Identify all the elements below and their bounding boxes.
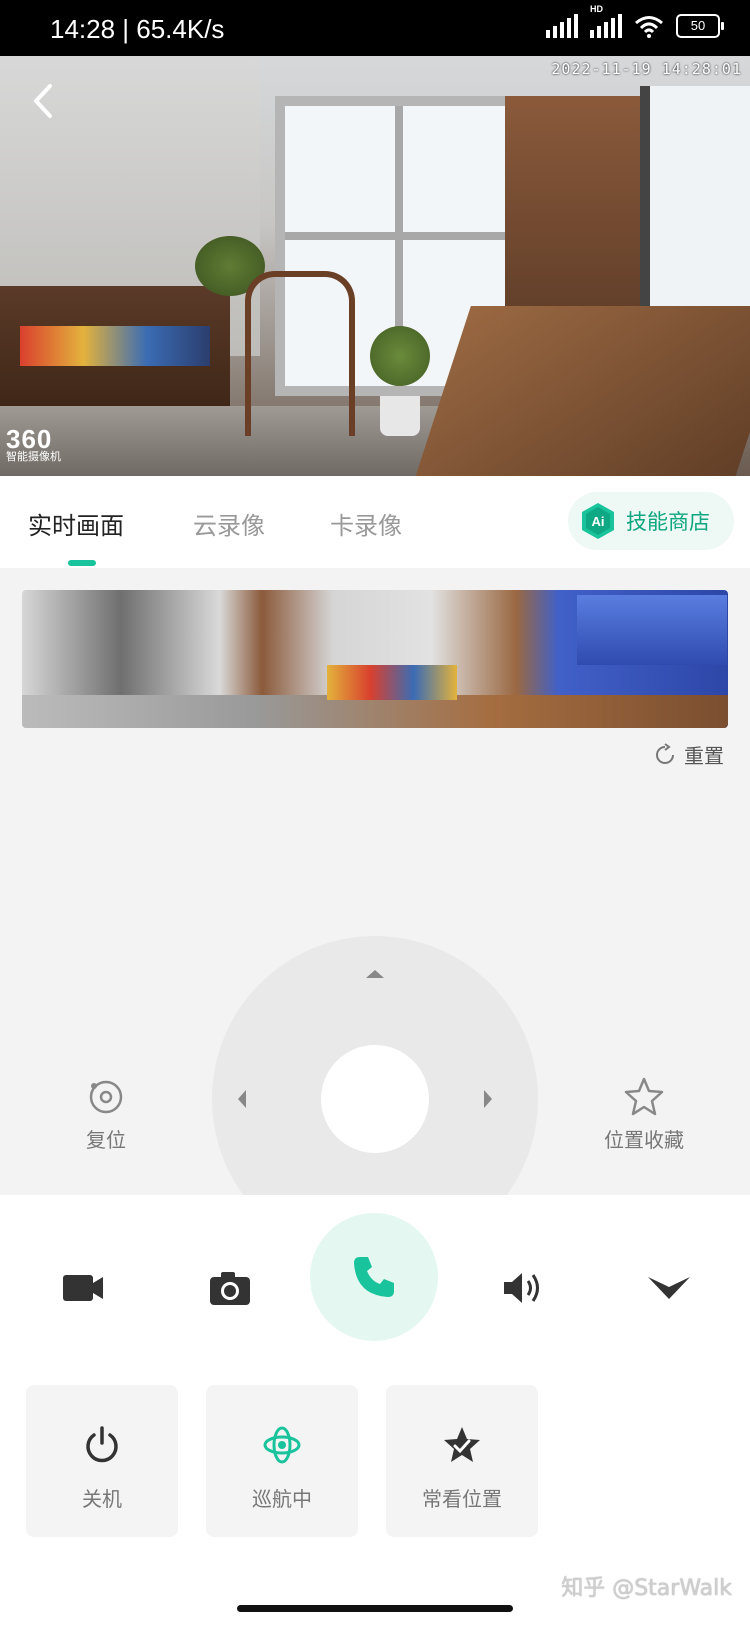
power-off-card[interactable]: 关机 [26, 1385, 178, 1537]
panorama-strip[interactable] [22, 590, 728, 728]
panorama-sofa [327, 665, 457, 700]
video-brand-logo: 360 智能摄像机 [6, 424, 61, 463]
camera-icon[interactable] [205, 1265, 255, 1311]
video-right-window [640, 86, 750, 306]
tab-indicator [68, 560, 96, 566]
watermark: 知乎 @StarWalk [561, 1576, 732, 1601]
video-camera-icon[interactable] [58, 1265, 108, 1311]
cruise-icon [263, 1426, 301, 1464]
arrow-left-icon[interactable] [236, 1088, 248, 1110]
star-icon [624, 1077, 664, 1116]
speaker-icon[interactable] [498, 1265, 548, 1311]
hd-signal-icon: HD [590, 4, 622, 38]
ai-icon: Ai [582, 503, 614, 539]
back-arrow-icon[interactable] [24, 76, 64, 126]
video-plant [370, 326, 430, 386]
status-bar: 14:28 | 65.4K/s HD 50 [0, 0, 750, 56]
home-position-icon [89, 1080, 123, 1114]
panorama-tv [577, 595, 727, 665]
video-timestamp: 2022-11-19 14:28:01 [551, 60, 742, 78]
battery-icon: 50 [676, 14, 724, 38]
phone-icon [354, 1257, 394, 1297]
tab-live-view[interactable]: 实时画面 [28, 506, 124, 541]
live-video[interactable]: 2022-11-19 14:28:01 360 智能摄像机 [0, 56, 750, 476]
video-cushion [20, 326, 210, 366]
favorite-position-button[interactable]: 位置收藏 [574, 1075, 714, 1153]
arrow-up-icon[interactable] [364, 968, 386, 980]
chevron-down-icon[interactable] [644, 1265, 694, 1311]
skill-store-label: 技能商店 [626, 510, 710, 534]
home-position-button[interactable]: 复位 [36, 1075, 176, 1153]
tab-cloud-recording[interactable]: 云录像 [193, 506, 265, 541]
frequent-position-label: 常看位置 [422, 1487, 502, 1511]
direction-pad[interactable] [212, 936, 538, 1195]
video-pot [380, 396, 420, 436]
status-time: 14:28 | 65.4K/s [50, 14, 225, 44]
status-icons: HD 50 [546, 4, 724, 38]
power-off-label: 关机 [82, 1487, 122, 1511]
cruise-card[interactable]: 巡航中 [206, 1385, 358, 1537]
call-button[interactable] [310, 1213, 438, 1341]
home-position-label: 复位 [86, 1128, 126, 1152]
power-icon [86, 1426, 118, 1463]
star-badge-icon [444, 1427, 480, 1462]
arrow-right-icon[interactable] [482, 1088, 494, 1110]
home-indicator[interactable] [237, 1605, 513, 1612]
signal-icon [546, 14, 578, 38]
tab-card-recording[interactable]: 卡录像 [330, 506, 402, 541]
skill-store-button[interactable]: Ai 技能商店 [568, 492, 734, 550]
tab-bar: 实时画面 云录像 卡录像 Ai 技能商店 [0, 476, 750, 568]
svg-text:Ai: Ai [592, 514, 605, 529]
frequent-position-card[interactable]: 常看位置 [386, 1385, 538, 1537]
direction-pad-center[interactable] [321, 1045, 429, 1153]
video-chair [245, 271, 355, 436]
wifi-icon [635, 16, 663, 38]
cruise-label: 巡航中 [252, 1487, 312, 1511]
favorite-position-label: 位置收藏 [604, 1128, 684, 1152]
